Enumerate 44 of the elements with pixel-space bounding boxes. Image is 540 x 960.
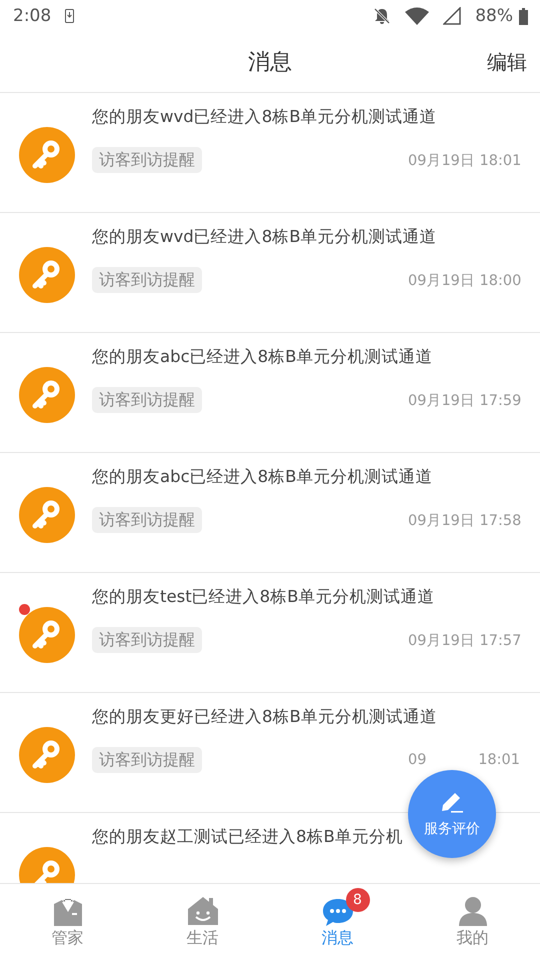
wifi-icon bbox=[405, 7, 430, 25]
message-tag: 访客到访提醒 bbox=[92, 747, 202, 773]
message-text: 您的朋友wvd已经进入8栋B单元分机测试通道 bbox=[92, 226, 437, 248]
message-text: 您的朋友abc已经进入8栋B单元分机测试通道 bbox=[92, 466, 432, 488]
phone-download-icon bbox=[65, 9, 74, 23]
battery-level: 88% bbox=[475, 6, 513, 26]
pencil-icon bbox=[439, 790, 465, 814]
message-time: 09 bbox=[408, 752, 426, 768]
key-icon bbox=[19, 606, 75, 662]
key-icon bbox=[19, 486, 75, 542]
message-tag: 访客到访提醒 bbox=[92, 267, 202, 293]
person-icon bbox=[458, 894, 488, 926]
key-icon bbox=[19, 246, 75, 302]
rating-button[interactable]: 服务评价 bbox=[408, 770, 496, 858]
message-text: 您的朋友abc已经进入8栋B单元分机测试通道 bbox=[92, 346, 432, 368]
battery-icon bbox=[519, 8, 528, 24]
unread-badge: 8 bbox=[346, 888, 370, 912]
nav-tab[interactable]: 8 消息 bbox=[270, 884, 405, 960]
message-time: 09月19日 17:57 bbox=[408, 632, 522, 650]
nav-tab[interactable]: 生活 bbox=[135, 884, 270, 960]
nav-tab[interactable]: 管家 bbox=[0, 884, 135, 960]
key-icon bbox=[19, 126, 75, 182]
message-time: 09月19日 17:59 bbox=[408, 392, 522, 410]
signal-icon bbox=[443, 7, 462, 25]
page-title: 消息 bbox=[248, 49, 292, 77]
message-tag: 访客到访提醒 bbox=[92, 387, 202, 413]
message-text: 您的朋友更好已经进入8栋B单元分机测试通道 bbox=[92, 706, 437, 728]
message-text: 您的朋友wvd已经进入8栋B单元分机测试通道 bbox=[92, 106, 437, 128]
message-tag: 访客到访提醒 bbox=[92, 507, 202, 533]
message-time: 09月19日 18:01 bbox=[408, 152, 522, 170]
message-time: 09月19日 18:00 bbox=[408, 272, 522, 290]
message-time: 18:01 bbox=[478, 752, 520, 768]
clock: 2:08 bbox=[13, 6, 52, 26]
bell-muted-icon bbox=[373, 7, 392, 25]
message-text: 您的朋友赵工测试已经进入8栋B单元分机 bbox=[92, 826, 403, 848]
house-face-icon bbox=[186, 894, 218, 926]
message-text: 您的朋友test已经进入8栋B单元分机测试通道 bbox=[92, 586, 435, 608]
edit-link[interactable]: 编辑 bbox=[487, 49, 527, 76]
message-time: 09月19日 17:58 bbox=[408, 512, 522, 530]
key-icon bbox=[19, 726, 75, 782]
message-tag: 访客到访提醒 bbox=[92, 147, 202, 173]
nav-tab[interactable]: 我的 bbox=[405, 884, 540, 960]
message-tag: 访客到访提醒 bbox=[92, 627, 202, 653]
key-icon bbox=[19, 366, 75, 422]
